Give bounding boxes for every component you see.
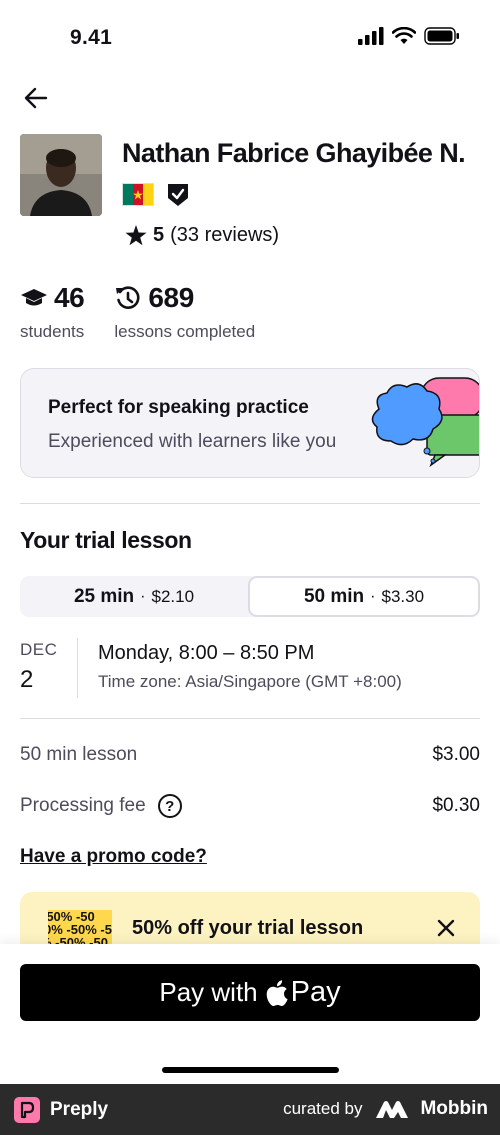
close-icon[interactable] bbox=[434, 916, 458, 940]
speaking-practice-card: Perfect for speaking practice Experience… bbox=[20, 368, 480, 478]
duration-option-25-label: 25 min bbox=[73, 585, 135, 607]
slot-day: 2 bbox=[20, 666, 34, 693]
promo-code-link[interactable]: Have a promo code? bbox=[20, 846, 207, 868]
apple-pay-mark: Pay bbox=[266, 976, 341, 1009]
stat-students-label: students bbox=[20, 322, 85, 341]
apple-pay-label: Pay bbox=[290, 976, 341, 1008]
help-icon[interactable]: ? bbox=[157, 794, 182, 818]
processing-fee-label: Processing fee bbox=[20, 795, 146, 816]
divider bbox=[20, 718, 480, 719]
duration-toggle: 25 min · $2.10 50 min · $3.30 bbox=[20, 576, 480, 617]
separator-dot: · bbox=[370, 587, 376, 605]
stat-students: 46 students bbox=[20, 282, 85, 342]
mobbin-brand: Mobbin bbox=[420, 1098, 488, 1119]
lesson-price-value: $3.00 bbox=[432, 744, 480, 765]
history-icon bbox=[116, 286, 140, 309]
stat-students-value: 46 bbox=[54, 282, 85, 313]
back-button[interactable] bbox=[22, 84, 50, 112]
duration-option-50[interactable]: 50 min · $3.30 bbox=[248, 576, 480, 617]
lesson-price-row: 50 min lesson $3.00 bbox=[20, 744, 480, 766]
apple-pay-button[interactable]: Pay with Pay bbox=[20, 964, 480, 1021]
wifi-icon bbox=[392, 27, 416, 44]
slot-divider bbox=[77, 638, 78, 698]
trial-lesson-title: Your trial lesson bbox=[20, 527, 192, 553]
apple-logo-icon bbox=[266, 979, 288, 1006]
slot-month: DEC bbox=[20, 640, 58, 659]
processing-fee-value: $0.30 bbox=[432, 795, 480, 816]
preply-brand: Preply bbox=[50, 1099, 109, 1120]
tutor-stats: 46 students 689 lessons completed bbox=[20, 282, 255, 342]
practice-card-subtitle: Experienced with learners like you bbox=[48, 431, 337, 452]
rating-reviews: (33 reviews) bbox=[170, 224, 280, 246]
tutor-name: Nathan Fabrice Ghayibée N. bbox=[122, 138, 466, 168]
mobbin-logo-icon bbox=[376, 1101, 409, 1118]
status-time: 9.41 bbox=[70, 26, 113, 49]
duration-option-50-price: $3.30 bbox=[381, 586, 425, 606]
promo-banner-text: 50% off your trial lesson bbox=[132, 917, 364, 939]
preply-logo-icon bbox=[14, 1097, 40, 1123]
curated-by: curated by Mobbin bbox=[283, 1098, 488, 1120]
tutor-avatar bbox=[20, 134, 102, 216]
curated-by-label: curated by bbox=[283, 1099, 363, 1118]
arrow-left-icon bbox=[24, 87, 48, 109]
speech-bubbles-illustration bbox=[371, 377, 479, 468]
tutor-photo bbox=[20, 134, 102, 216]
practice-card-title: Perfect for speaking practice bbox=[48, 397, 309, 418]
stat-lessons: 689 lessons completed bbox=[114, 282, 255, 342]
processing-fee-label-wrap: Processing fee ? bbox=[20, 794, 182, 818]
preply-logo: Preply bbox=[14, 1097, 108, 1123]
verified-badge-icon bbox=[168, 184, 188, 206]
cellular-signal-icon bbox=[358, 27, 384, 45]
duration-option-25[interactable]: 25 min · $2.10 bbox=[20, 576, 248, 617]
pay-button-prefix: Pay with bbox=[159, 977, 258, 1007]
rating-score: 5 bbox=[153, 224, 165, 246]
mobbin-logo: Mobbin bbox=[376, 1098, 488, 1120]
promo-banner: -50% -50 0% -50% -5 % -50% -50 50% off y… bbox=[20, 892, 480, 952]
cameroon-flag-icon bbox=[122, 183, 154, 206]
divider bbox=[20, 503, 480, 504]
status-icons bbox=[358, 27, 460, 45]
lesson-price-label: 50 min lesson bbox=[20, 744, 138, 765]
star-icon bbox=[125, 225, 147, 246]
stat-lessons-value: 689 bbox=[148, 282, 194, 313]
separator-dot: · bbox=[140, 587, 146, 605]
battery-icon bbox=[424, 27, 459, 45]
stat-lessons-label: lessons completed bbox=[114, 322, 256, 341]
duration-option-25-price: $2.10 bbox=[151, 586, 195, 606]
attribution-footer: Preply curated by Mobbin bbox=[0, 1084, 500, 1135]
tutor-rating: 5 (33 reviews) bbox=[125, 224, 279, 247]
checkout-bottom-bar: Pay with Pay bbox=[0, 944, 500, 1084]
duration-option-50-label: 50 min bbox=[303, 585, 365, 607]
processing-fee-row: Processing fee ? $0.30 bbox=[20, 794, 480, 818]
graduation-cap-icon bbox=[21, 289, 47, 306]
slot-timezone: Time zone: Asia/Singapore (GMT +8:00) bbox=[98, 672, 402, 691]
home-indicator bbox=[162, 1067, 339, 1073]
slot-time: Monday, 8:00 – 8:50 PM bbox=[98, 642, 315, 664]
status-bar: 9.41 bbox=[0, 0, 500, 70]
